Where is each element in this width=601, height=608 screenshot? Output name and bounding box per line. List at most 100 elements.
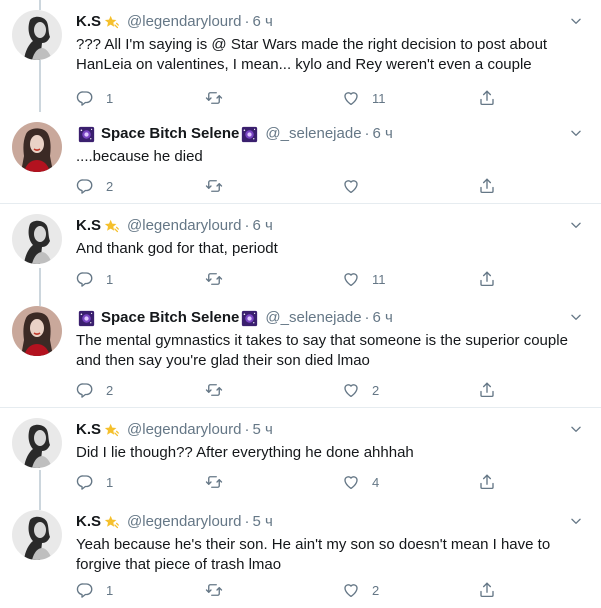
tweet-actions: 22 — [76, 380, 516, 400]
tweet-header: Space Bitch Selene @_selenejade · 6 ч — [76, 308, 587, 328]
tweet-actions: 1 11 — [76, 269, 516, 289]
avatar[interactable] — [12, 306, 62, 356]
tweet-text: ....because he died — [76, 148, 203, 165]
retweet-icon — [205, 581, 223, 599]
reply-icon — [76, 381, 94, 399]
tweet[interactable]: K.S @legendarylourd · 6 ч ??? All I'm saying… — [0, 0, 601, 112]
separator-dot: · — [244, 217, 250, 234]
user-handle[interactable]: @legendarylourd — [127, 12, 241, 32]
caret-down-icon[interactable] — [569, 218, 583, 232]
tweet-content: K.S @legendarylourd · 6 ч And thank god for … — [76, 216, 587, 259]
avatar[interactable] — [12, 214, 62, 264]
timestamp[interactable]: 6 ч — [373, 124, 393, 144]
retweet-button[interactable] — [205, 88, 235, 108]
tweet[interactable]: K.S @legendarylourd · 6 ч And thank god for … — [0, 204, 601, 296]
retweet-icon — [205, 473, 223, 491]
reply-button[interactable]: 2 — [76, 380, 113, 400]
tweet[interactable]: Space Bitch Selene @_selenejade · 6 ч The me… — [0, 296, 601, 408]
like-icon — [342, 381, 360, 399]
caret-down-icon[interactable] — [569, 14, 583, 28]
retweet-button[interactable] — [205, 472, 235, 492]
tweet-header: K.S @legendarylourd · 5 ч — [76, 420, 587, 440]
timestamp[interactable]: 6 ч — [252, 12, 272, 32]
share-button[interactable] — [478, 88, 496, 108]
like-button[interactable]: 2 — [342, 580, 379, 600]
avatar[interactable] — [12, 510, 62, 560]
reply-button[interactable]: 1 — [76, 88, 113, 108]
separator-dot: · — [364, 125, 370, 142]
timestamp[interactable]: 6 ч — [252, 216, 272, 236]
timestamp[interactable]: 5 ч — [252, 512, 272, 532]
retweet-button[interactable] — [205, 176, 235, 196]
retweet-button[interactable] — [205, 269, 235, 289]
share-icon — [478, 270, 496, 288]
reply-icon — [76, 473, 94, 491]
share-button[interactable] — [478, 269, 496, 289]
like-count: 4 — [372, 474, 380, 490]
galaxy-emoji-icon — [241, 126, 258, 143]
share-icon — [478, 473, 496, 491]
retweet-button[interactable] — [205, 380, 235, 400]
share-icon — [478, 581, 496, 599]
display-name[interactable]: K.S — [76, 216, 101, 236]
separator-dot: · — [244, 421, 250, 438]
caret-down-icon[interactable] — [569, 310, 583, 324]
like-icon — [342, 89, 360, 107]
reply-button[interactable]: 1 — [76, 472, 113, 492]
like-icon — [342, 581, 360, 599]
display-name[interactable]: K.S — [76, 512, 101, 532]
like-button[interactable]: 4 — [342, 472, 379, 492]
conversation-thread: K.S @legendarylourd · 6 ч??? All I'm saying… — [0, 0, 601, 608]
retweet-icon — [205, 381, 223, 399]
user-handle[interactable]: @legendarylourd — [127, 216, 241, 236]
reply-icon — [76, 177, 94, 195]
tweet-actions: 12 — [76, 580, 516, 600]
retweet-button[interactable] — [205, 580, 235, 600]
tweet[interactable]: K.S @legendarylourd · 5 ч Did I lie though??… — [0, 408, 601, 500]
display-name[interactable]: K.S — [76, 420, 101, 440]
share-icon — [478, 89, 496, 107]
share-button[interactable] — [478, 176, 496, 196]
like-button[interactable]: 11 — [342, 269, 386, 289]
caret-down-icon[interactable] — [569, 126, 583, 140]
galaxy-emoji-icon — [241, 310, 258, 327]
star-emoji-icon — [103, 218, 120, 235]
user-handle[interactable]: @legendarylourd — [127, 512, 241, 532]
tweet-header: K.S @legendarylourd · 5 ч — [76, 512, 587, 532]
reply-count: 2 — [106, 178, 114, 194]
tweet[interactable]: Space Bitch Selene @_selenejade · 6 ч ....be… — [0, 112, 601, 204]
user-handle[interactable]: @legendarylourd — [127, 420, 241, 440]
like-button[interactable] — [342, 176, 372, 196]
reply-button[interactable]: 2 — [76, 176, 113, 196]
reply-count: 1 — [106, 90, 114, 106]
display-name[interactable]: Space Bitch Selene — [101, 124, 239, 144]
separator-dot: · — [244, 513, 250, 530]
display-name[interactable]: K.S — [76, 12, 101, 32]
share-button[interactable] — [478, 580, 496, 600]
tweet-actions: 14 — [76, 472, 516, 492]
user-handle[interactable]: @_selenejade — [265, 124, 361, 144]
avatar[interactable] — [12, 418, 62, 468]
tweet-text: Did I lie though?? After everything he d… — [76, 444, 414, 461]
share-button[interactable] — [478, 472, 496, 492]
reply-count: 1 — [106, 474, 114, 490]
timestamp[interactable]: 6 ч — [373, 308, 393, 328]
avatar[interactable] — [12, 10, 62, 60]
star-emoji-icon — [103, 14, 120, 31]
reply-button[interactable]: 1 — [76, 580, 113, 600]
tweet[interactable]: K.S @legendarylourd · 5 ч Yeah because he's … — [0, 500, 601, 608]
galaxy-emoji-icon — [78, 310, 95, 327]
retweet-icon — [205, 177, 223, 195]
avatar[interactable] — [12, 122, 62, 172]
display-name[interactable]: Space Bitch Selene — [101, 308, 239, 328]
caret-down-icon[interactable] — [569, 514, 583, 528]
reply-button[interactable]: 1 — [76, 269, 113, 289]
caret-down-icon[interactable] — [569, 422, 583, 436]
tweet-text: Yeah because he's their son. He ain't my… — [76, 536, 551, 573]
share-button[interactable] — [478, 380, 496, 400]
user-handle[interactable]: @_selenejade — [265, 308, 361, 328]
like-button[interactable]: 2 — [342, 380, 379, 400]
like-icon — [342, 270, 360, 288]
timestamp[interactable]: 5 ч — [252, 420, 272, 440]
like-button[interactable]: 11 — [342, 88, 386, 108]
